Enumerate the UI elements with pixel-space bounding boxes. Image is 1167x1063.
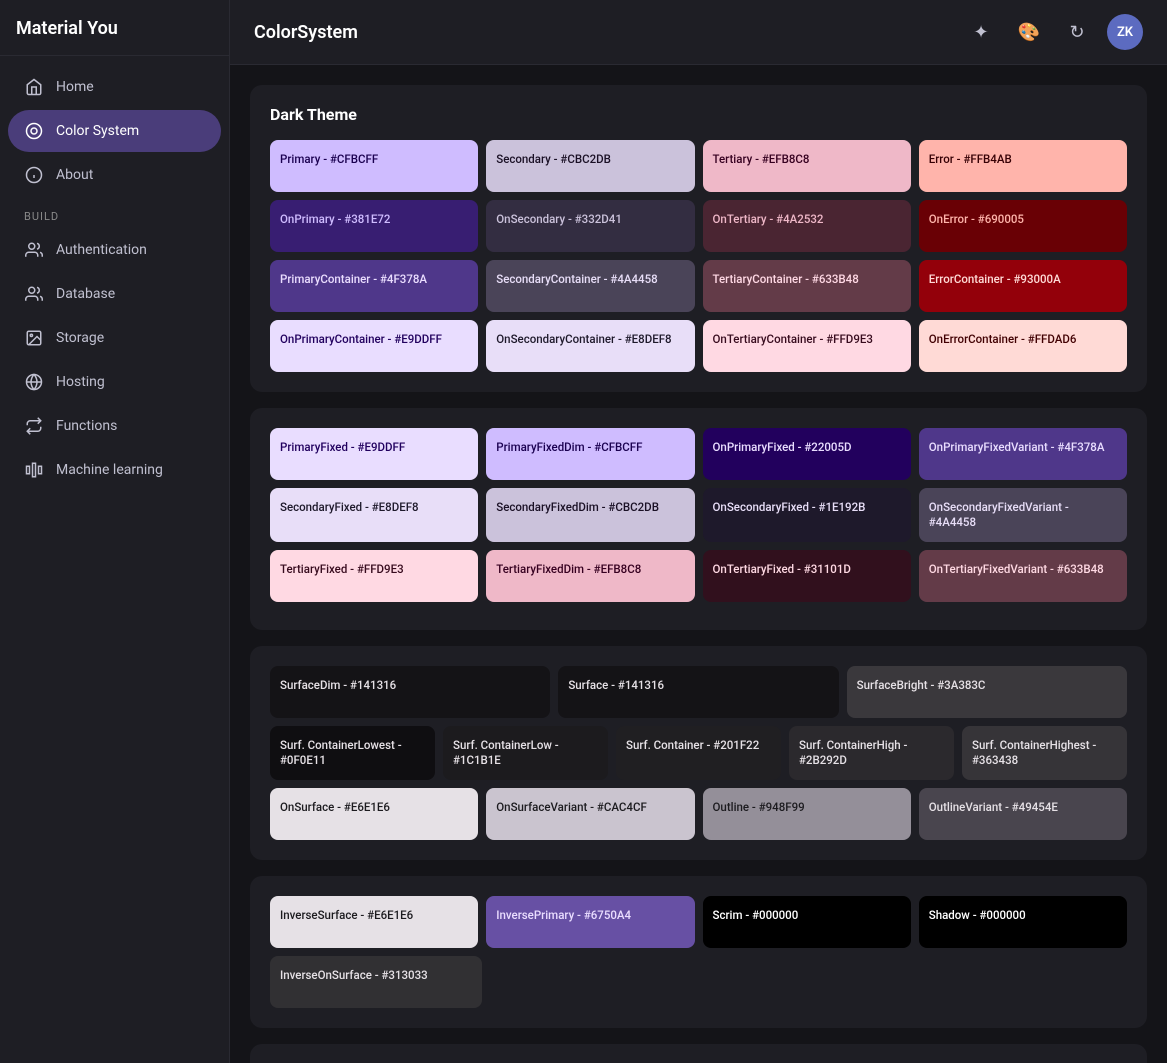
sidebar-item-functions[interactable]: Functions	[8, 405, 221, 447]
color-cell: SecondaryFixedDim - #CBC2DB	[486, 488, 694, 542]
color-cell: PrimaryFixedDim - #CFBCFF	[486, 428, 694, 480]
color-cell: OnPrimary - #381E72	[270, 200, 478, 252]
color-cell: OnSecondaryContainer - #E8DEF8	[486, 320, 694, 372]
sidebar-item-label: Home	[56, 79, 94, 95]
inverse-empty	[490, 956, 1127, 1008]
color-cell: SurfaceDim - #141316	[270, 666, 550, 718]
color-cell: OnSurfaceVariant - #CAC4CF	[486, 788, 694, 840]
color-cell: Surf. ContainerHigh - #2B292D	[789, 726, 954, 780]
color-cell: Scrim - #000000	[703, 896, 911, 948]
color-cell: OnSecondary - #332D41	[486, 200, 694, 252]
color-cell: Shadow - #000000	[919, 896, 1127, 948]
about-icon	[24, 165, 44, 185]
sidebar-item-authentication[interactable]: Authentication	[8, 229, 221, 271]
color-cell: Error - #FFB4AB	[919, 140, 1127, 192]
sidebar: Material You Home Color System About Build A…	[0, 0, 230, 1063]
color-cell: SurfaceBright - #3A383C	[847, 666, 1127, 718]
color-cell: InverseSurface - #E6E1E6	[270, 896, 478, 948]
sidebar-item-label: Color System	[56, 123, 139, 139]
sidebar-item-about[interactable]: About	[8, 154, 221, 196]
color-cell: PrimaryContainer - #4F378A	[270, 260, 478, 312]
sidebar-item-label: Machine learning	[56, 462, 163, 478]
color-cell: Surf. Container - #201F22	[616, 726, 781, 780]
color-cell: OnError - #690005	[919, 200, 1127, 252]
storage-icon	[24, 328, 44, 348]
theme-icon-button[interactable]: ✦	[963, 14, 999, 50]
palette-icon-button[interactable]: 🎨	[1011, 14, 1047, 50]
color-cell: TertiaryFixedDim - #EFB8C8	[486, 550, 694, 602]
color-cell: Surface - #141316	[558, 666, 838, 718]
sidebar-item-label: Hosting	[56, 374, 105, 390]
color-cell: InverseOnSurface - #313033	[270, 956, 482, 1008]
sidebar-item-label: About	[56, 167, 93, 183]
color-cell: SecondaryFixed - #E8DEF8	[270, 488, 478, 542]
user-avatar[interactable]: ZK	[1107, 14, 1143, 50]
app-name: Material You	[16, 18, 118, 39]
authentication-icon	[24, 240, 44, 260]
color-cell: Tertiary - #EFB8C8	[703, 140, 911, 192]
app-logo: Material You	[0, 0, 229, 56]
color-cell: OnTertiaryFixed - #31101D	[703, 550, 911, 602]
color-cell: OutlineVariant - #49454E	[919, 788, 1127, 840]
topbar: ColorSystem ✦ 🎨 ↻ ZK	[230, 0, 1167, 65]
color-cell: OnPrimaryFixedVariant - #4F378A	[919, 428, 1127, 480]
color-cell: OnSecondaryFixed - #1E192B	[703, 488, 911, 542]
nav-section-label: Build	[0, 198, 229, 227]
color-cell: OnTertiaryFixedVariant - #633B48	[919, 550, 1127, 602]
custom-colors-section: Custom Colors Info - #A9C7FFOnInfo - #00…	[250, 1044, 1147, 1063]
color-cell: OnTertiary - #4A2532	[703, 200, 911, 252]
sidebar-item-label: Storage	[56, 330, 104, 346]
sidebar-item-database[interactable]: Database	[8, 273, 221, 315]
page-title: ColorSystem	[254, 22, 358, 43]
sidebar-item-label: Functions	[56, 418, 117, 434]
sidebar-item-label: Database	[56, 286, 115, 302]
refresh-icon-button[interactable]: ↻	[1059, 14, 1095, 50]
color-cell: OnSurface - #E6E1E6	[270, 788, 478, 840]
color-cell: PrimaryFixed - #E9DDFF	[270, 428, 478, 480]
sidebar-item-color-system[interactable]: Color System	[8, 110, 221, 152]
color-cell: SecondaryContainer - #4A4458	[486, 260, 694, 312]
content-area: Dark Theme Primary - #CFBCFFSecondary - …	[230, 65, 1167, 1063]
dark-theme-section: Dark Theme Primary - #CFBCFFSecondary - …	[250, 85, 1147, 392]
main-content: ColorSystem ✦ 🎨 ↻ ZK Dark Theme Primary …	[230, 0, 1167, 1063]
sidebar-item-storage[interactable]: Storage	[8, 317, 221, 359]
color-cell: Secondary - #CBC2DB	[486, 140, 694, 192]
color-cell: OnTertiaryContainer - #FFD9E3	[703, 320, 911, 372]
home-icon	[24, 77, 44, 97]
topbar-actions: ✦ 🎨 ↻ ZK	[963, 14, 1143, 50]
database-icon	[24, 284, 44, 304]
sidebar-item-home[interactable]: Home	[8, 66, 221, 108]
color-cell: Outline - #948F99	[703, 788, 911, 840]
fixed-section: PrimaryFixed - #E9DDFFPrimaryFixedDim - …	[250, 408, 1147, 630]
color-cell: OnPrimaryContainer - #E9DDFF	[270, 320, 478, 372]
sidebar-item-machine-learning[interactable]: Machine learning	[8, 449, 221, 491]
color-cell: TertiaryFixed - #FFD9E3	[270, 550, 478, 602]
color-cell: OnErrorContainer - #FFDAD6	[919, 320, 1127, 372]
dark-theme-title: Dark Theme	[270, 105, 1127, 124]
color-cell: OnSecondaryFixedVariant - #4A4458	[919, 488, 1127, 542]
color-cell: Primary - #CFBCFF	[270, 140, 478, 192]
color-cell: Surf. ContainerLow - #1C1B1E	[443, 726, 608, 780]
functions-icon	[24, 416, 44, 436]
color-cell: OnPrimaryFixed - #22005D	[703, 428, 911, 480]
color-cell: InversePrimary - #6750A4	[486, 896, 694, 948]
inverse-section: InverseSurface - #E6E1E6InversePrimary -…	[250, 876, 1147, 1028]
machine-learning-icon	[24, 460, 44, 480]
color-cell: TertiaryContainer - #633B48	[703, 260, 911, 312]
color-system-icon	[24, 121, 44, 141]
color-cell: Surf. ContainerHighest - #363438	[962, 726, 1127, 780]
sidebar-nav: Home Color System About Build Authentication…	[0, 56, 229, 501]
sidebar-item-label: Authentication	[56, 242, 147, 258]
surface-section: SurfaceDim - #141316Surface - #141316Sur…	[250, 646, 1147, 860]
hosting-icon	[24, 372, 44, 392]
color-cell: ErrorContainer - #93000A	[919, 260, 1127, 312]
color-cell: Surf. ContainerLowest - #0F0E11	[270, 726, 435, 780]
sidebar-item-hosting[interactable]: Hosting	[8, 361, 221, 403]
